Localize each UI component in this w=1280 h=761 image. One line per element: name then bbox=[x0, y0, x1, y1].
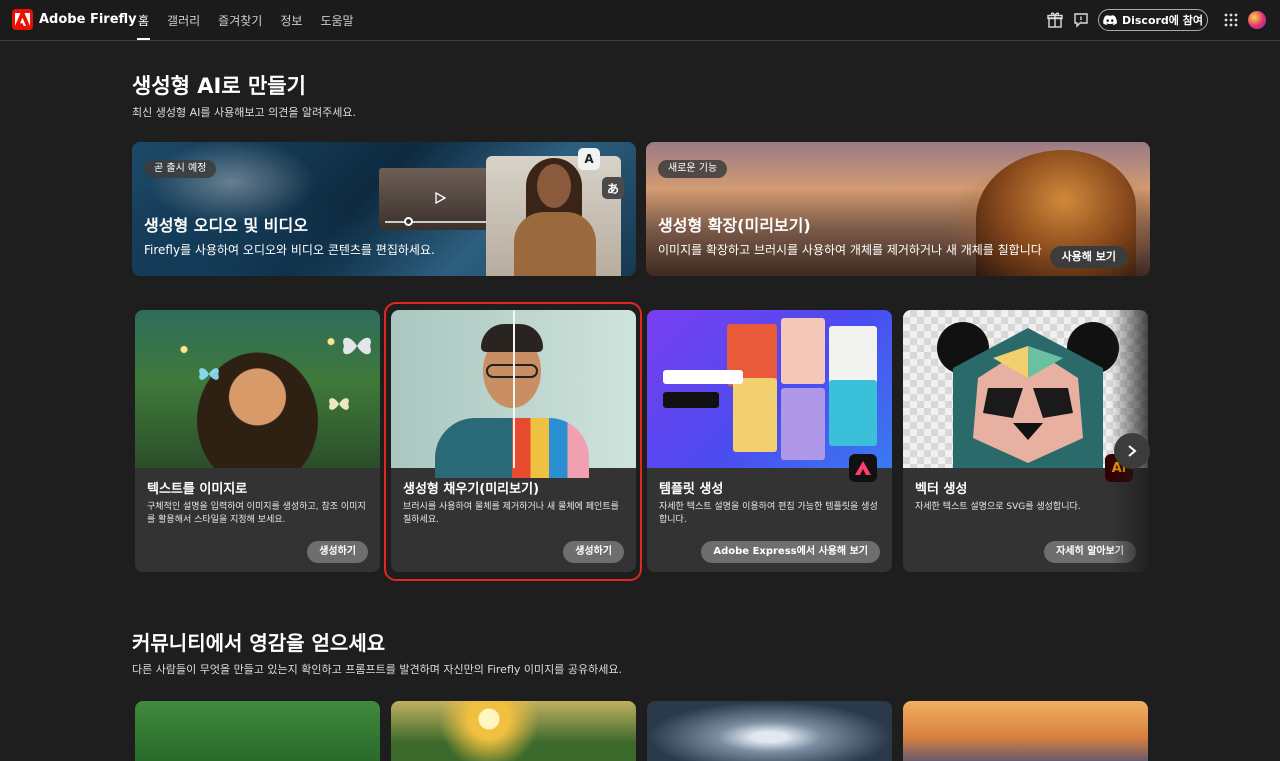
card-description: 자세한 텍스트 설명으로 SVG를 생성합니다. bbox=[915, 502, 1081, 512]
card-text-to-image[interactable]: 텍스트를 이미지로 구체적인 설명을 입력하여 이미지를 생성하고, 참조 이미… bbox=[135, 310, 380, 572]
butterfly-icon bbox=[329, 398, 349, 410]
banner-description: Firefly를 사용하여 오디오와 비디오 콘텐츠를 편집하세요. bbox=[144, 243, 435, 257]
community-image-thumb[interactable] bbox=[391, 701, 636, 761]
selection-highlight bbox=[384, 302, 642, 581]
person-face bbox=[537, 164, 571, 208]
page-title: 생성형 AI로 만들기 bbox=[132, 74, 306, 98]
banner-title: 생성형 확장(미리보기) bbox=[658, 216, 811, 235]
nav-item-about[interactable]: 정보 bbox=[280, 12, 302, 29]
chevron-right-icon bbox=[1128, 445, 1137, 457]
nav-item-favorites[interactable]: 즐겨찾기 bbox=[218, 12, 262, 29]
butterfly-icon bbox=[199, 368, 219, 380]
discord-icon bbox=[1103, 14, 1117, 25]
video-scrubber-track bbox=[385, 221, 495, 223]
community-image-thumb[interactable] bbox=[647, 701, 892, 761]
gift-icon[interactable] bbox=[1046, 11, 1064, 29]
community-image-thumb[interactable] bbox=[903, 701, 1148, 761]
top-nav-bar: Adobe Firefly 홈 갤러리 즐겨찾기 정보 도움말 Discord에… bbox=[0, 0, 1280, 41]
person-body bbox=[514, 212, 596, 276]
community-title: 커뮤니티에서 영감을 얻으세요 bbox=[132, 631, 386, 655]
prompt-input-mock bbox=[663, 370, 743, 384]
template-thumb bbox=[733, 378, 777, 452]
try-it-button[interactable]: 사용해 보기 bbox=[1049, 246, 1128, 268]
generate-pill-mock bbox=[663, 392, 719, 408]
banner-generative-expand[interactable]: 새로운 기능 생성형 확장(미리보기) 이미지를 확장하고 브러시를 사용하여 … bbox=[646, 142, 1150, 276]
community-image-thumb[interactable] bbox=[135, 701, 380, 761]
apps-grid-icon[interactable] bbox=[1222, 11, 1240, 29]
coming-soon-badge: 곧 출시 예정 bbox=[144, 160, 217, 178]
play-icon bbox=[435, 192, 446, 204]
card-title: 템플릿 생성 bbox=[659, 482, 724, 497]
template-thumb bbox=[781, 318, 825, 384]
feedback-icon[interactable] bbox=[1072, 11, 1090, 29]
community-subtitle: 다른 사람들이 무엇을 만들고 있는지 확인하고 프롬프트를 발견하며 자신만의… bbox=[132, 663, 622, 676]
main-nav: 홈 갤러리 즐겨찾기 정보 도움말 bbox=[136, 12, 372, 40]
adobe-logo-icon[interactable] bbox=[12, 9, 33, 30]
new-feature-badge: 새로운 기능 bbox=[658, 160, 728, 178]
video-scrubber-knob bbox=[404, 217, 413, 226]
banner-audio-video[interactable]: A あ 곧 출시 예정 생성형 오디오 및 비디오 Firefly를 사용하여 … bbox=[132, 142, 636, 276]
language-chip-a: A bbox=[578, 148, 600, 170]
card-template-generation[interactable]: 템플릿 생성 자세한 텍스트 설명을 이용하여 편집 가능한 템플릿을 생성합니… bbox=[647, 310, 892, 572]
card-image bbox=[135, 310, 380, 468]
carousel-next-button[interactable] bbox=[1114, 433, 1150, 469]
discord-join-label: Discord에 참여 bbox=[1121, 14, 1203, 27]
card-title: 벡터 생성 bbox=[915, 482, 968, 497]
banner-description: 이미지를 확장하고 브러시를 사용하여 개체를 제거하거나 새 개체를 칠합니다 bbox=[658, 243, 1042, 257]
nav-item-gallery[interactable]: 갤러리 bbox=[167, 12, 200, 29]
page-subtitle: 최신 생성형 AI를 사용해보고 의견을 알려주세요. bbox=[132, 106, 357, 119]
adobe-express-icon bbox=[849, 454, 877, 482]
panda-vector-image bbox=[937, 322, 1119, 468]
template-thumb bbox=[781, 388, 825, 460]
card-image bbox=[647, 310, 892, 482]
nav-item-home[interactable]: 홈 bbox=[136, 12, 151, 40]
brand-name[interactable]: Adobe Firefly bbox=[39, 12, 137, 27]
banner-title: 생성형 오디오 및 비디오 bbox=[144, 216, 308, 235]
card-title: 텍스트를 이미지로 bbox=[147, 482, 248, 497]
card-description: 자세한 텍스트 설명을 이용하여 편집 가능한 템플릿을 생성합니다. bbox=[659, 502, 878, 525]
user-avatar[interactable] bbox=[1248, 11, 1266, 29]
generate-button[interactable]: 생성하기 bbox=[307, 541, 368, 563]
template-thumb bbox=[829, 380, 877, 446]
discord-join-button[interactable]: Discord에 참여 bbox=[1098, 9, 1208, 31]
template-thumb bbox=[829, 326, 877, 386]
try-in-adobe-express-button[interactable]: Adobe Express에서 사용해 보기 bbox=[701, 541, 880, 563]
nav-item-help[interactable]: 도움말 bbox=[320, 12, 353, 29]
card-description: 구체적인 설명을 입력하여 이미지를 생성하고, 참조 이미지를 활용해서 스타… bbox=[147, 502, 366, 525]
butterfly-icon bbox=[343, 337, 371, 355]
language-chip-jp: あ bbox=[602, 177, 624, 199]
